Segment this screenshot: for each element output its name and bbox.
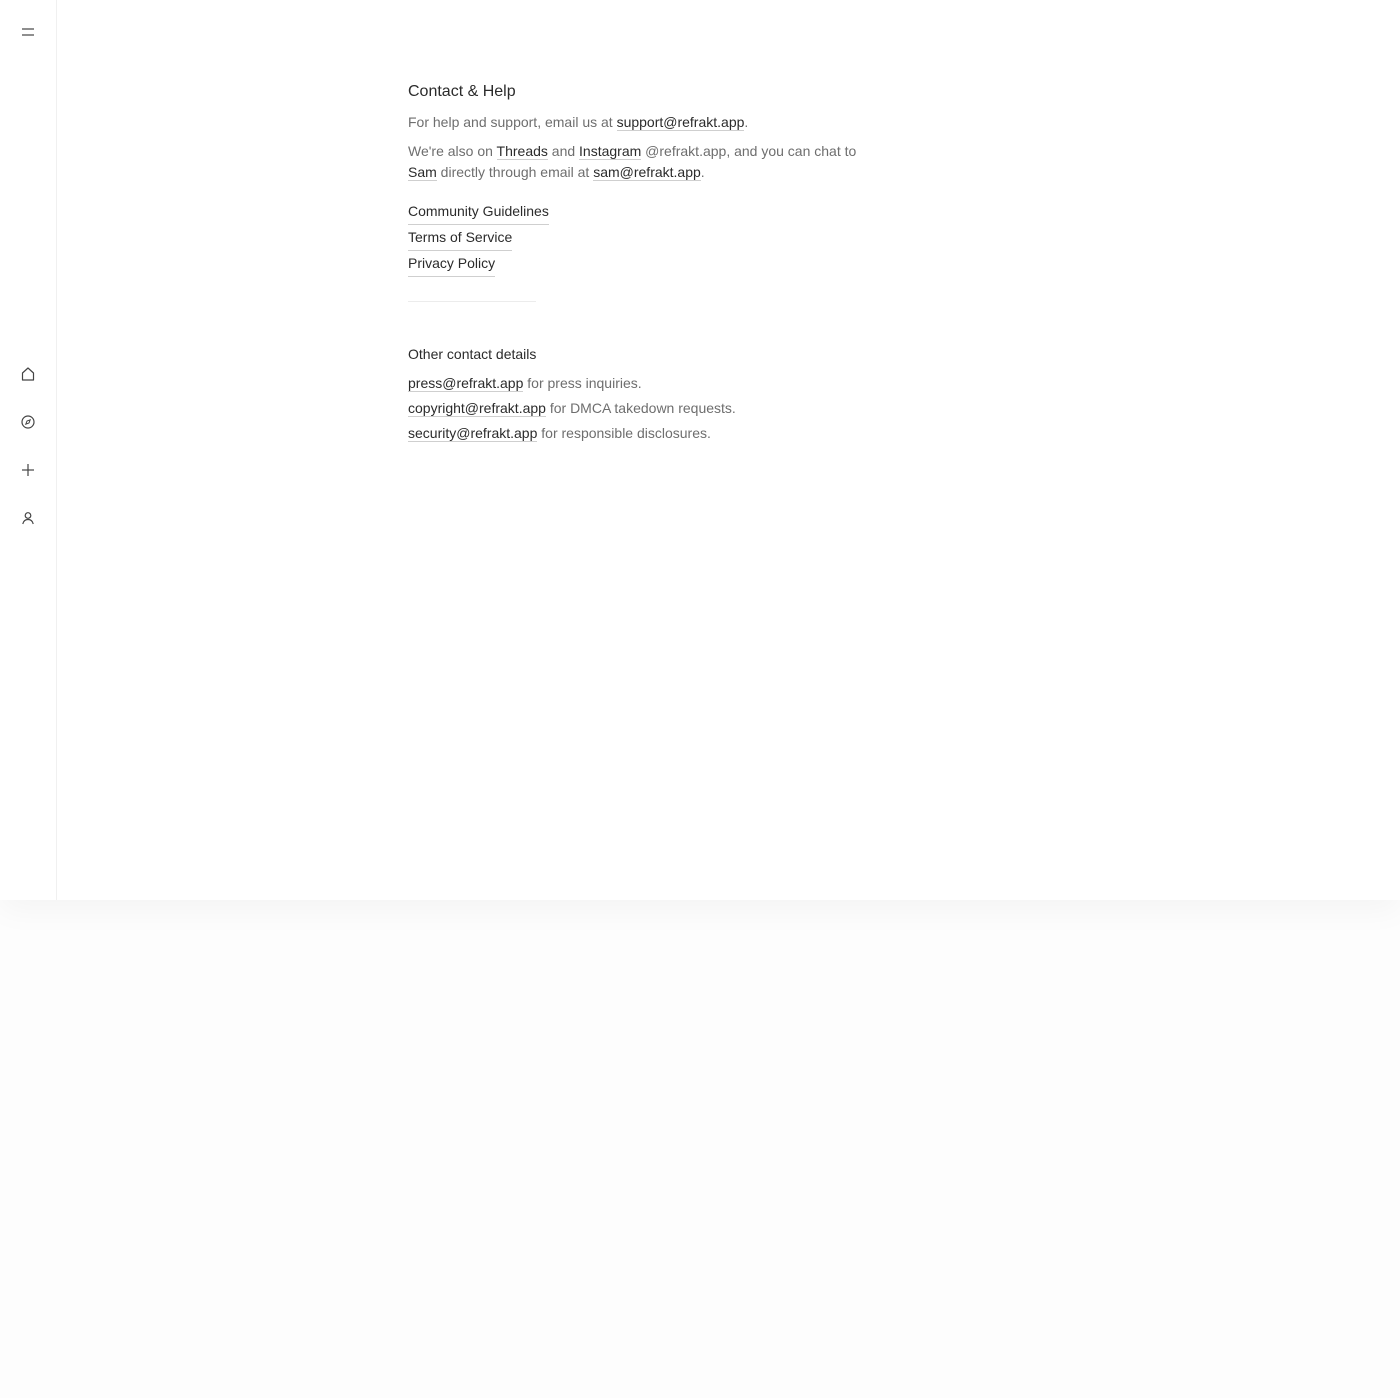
explore-button[interactable] (14, 408, 42, 436)
threads-link[interactable]: Threads (496, 143, 548, 160)
press-text: for press inquiries. (523, 375, 642, 391)
and-text: and (547, 143, 580, 159)
sam-link[interactable]: Sam (408, 164, 437, 181)
support-paragraph: For help and support, email us at suppor… (408, 112, 868, 133)
section-divider (408, 301, 536, 302)
community-guidelines-link[interactable]: Community Guidelines (408, 199, 549, 225)
profile-button[interactable] (14, 504, 42, 532)
support-suffix: . (744, 114, 749, 130)
plus-icon (22, 464, 34, 476)
create-button[interactable] (14, 456, 42, 484)
security-text: for responsible disclosures. (537, 425, 711, 441)
support-email-link[interactable]: support@refrakt.app (616, 114, 745, 131)
copyright-contact: copyright@refrakt.app for DMCA takedown … (408, 396, 868, 421)
social-prefix: We're also on (408, 143, 497, 159)
home-button[interactable] (14, 360, 42, 388)
social-middle: @refrakt.app, and you can chat to (641, 143, 857, 159)
press-email-link[interactable]: press@refrakt.app (408, 375, 524, 392)
home-icon (21, 367, 35, 381)
sam-suffix: . (700, 164, 705, 180)
app-window: Contact & Help For help and support, ema… (0, 0, 1400, 900)
contact-help-content: Contact & Help For help and support, ema… (408, 80, 868, 446)
privacy-policy-link[interactable]: Privacy Policy (408, 251, 496, 277)
support-prefix: For help and support, email us at (408, 114, 617, 130)
security-email-link[interactable]: security@refrakt.app (408, 425, 538, 442)
menu-button[interactable] (14, 18, 42, 46)
social-paragraph: We're also on Threads and Instagram @ref… (408, 141, 868, 183)
sam-email-link[interactable]: sam@refrakt.app (593, 164, 701, 181)
instagram-link[interactable]: Instagram (579, 143, 642, 160)
copyright-email-link[interactable]: copyright@refrakt.app (408, 400, 546, 417)
other-contact-list: press@refrakt.app for press inquiries. c… (408, 371, 868, 446)
user-icon (22, 512, 34, 525)
copyright-text: for DMCA takedown requests. (545, 400, 736, 416)
terms-of-service-link[interactable]: Terms of Service (408, 225, 513, 251)
page-title: Contact & Help (408, 83, 516, 100)
sam-middle: directly through email at (436, 164, 594, 180)
sidebar (0, 0, 57, 900)
security-contact: security@refrakt.app for responsible dis… (408, 421, 868, 446)
menu-icon (22, 28, 34, 36)
press-contact: press@refrakt.app for press inquiries. (408, 371, 868, 396)
other-contact-title: Other contact details (408, 346, 537, 362)
legal-links: Community Guidelines Terms of Service Pr… (408, 199, 868, 277)
compass-icon (21, 415, 35, 429)
